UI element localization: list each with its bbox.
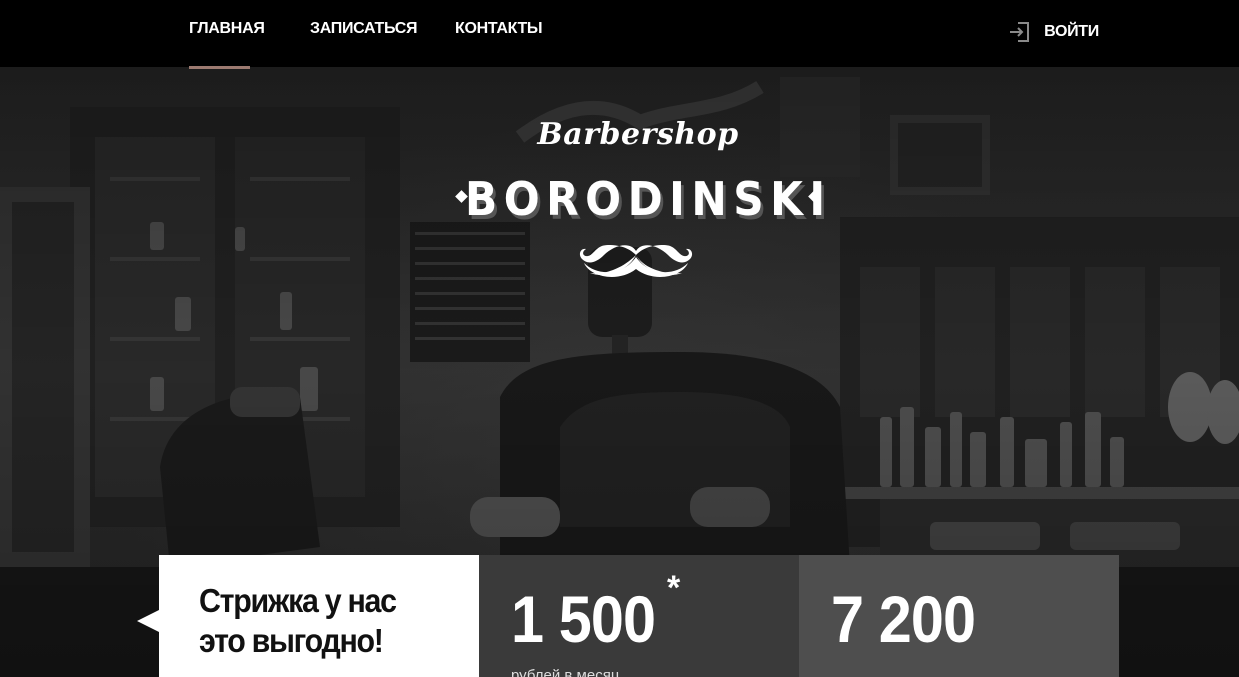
promo-title-line-1: Стрижка у нас <box>199 582 397 619</box>
nav-item-contacts[interactable]: КОНТАКТЫ <box>455 0 543 67</box>
price-card-2: 7 200 <box>799 555 1119 677</box>
price-value: 1 500 <box>511 582 656 656</box>
price-caption: рублей в месяц <box>511 667 620 677</box>
login-label: ВОЙТИ <box>1044 22 1099 40</box>
price-card-1: 1 500 * рублей в месяц <box>479 555 799 677</box>
logo-name-row: BORODINSKI <box>450 171 826 227</box>
promo-title-line-2: это выгодно! <box>199 622 384 659</box>
logo-name-text: BORODINSKI <box>465 172 832 226</box>
nav-item-main[interactable]: ГЛАВНАЯ <box>189 0 265 69</box>
brand-logo[interactable]: Barbershop BORODINSKI <box>450 115 826 285</box>
page: ГЛАВНАЯ ЗАПИСАТЬСЯ КОНТАКТЫ ВОЙТИ Barber… <box>0 0 1239 677</box>
login-icon <box>1010 21 1030 42</box>
nav-item-book[interactable]: ЗАПИСАТЬСЯ <box>310 0 418 67</box>
login-button[interactable]: ВОЙТИ <box>1008 0 1099 67</box>
promo-panel: Стрижка у нас это выгодно! <box>137 555 479 677</box>
price-footnote-mark: * <box>667 569 681 607</box>
logo-script-text: Barbershop <box>537 117 739 152</box>
promo-title: Стрижка у нас это выгодно! <box>199 581 438 661</box>
mustache-icon <box>579 245 693 277</box>
top-navigation: ГЛАВНАЯ ЗАПИСАТЬСЯ КОНТАКТЫ ВОЙТИ <box>0 0 1239 69</box>
price-value: 7 200 <box>831 582 976 656</box>
promo-pointer <box>137 610 159 632</box>
